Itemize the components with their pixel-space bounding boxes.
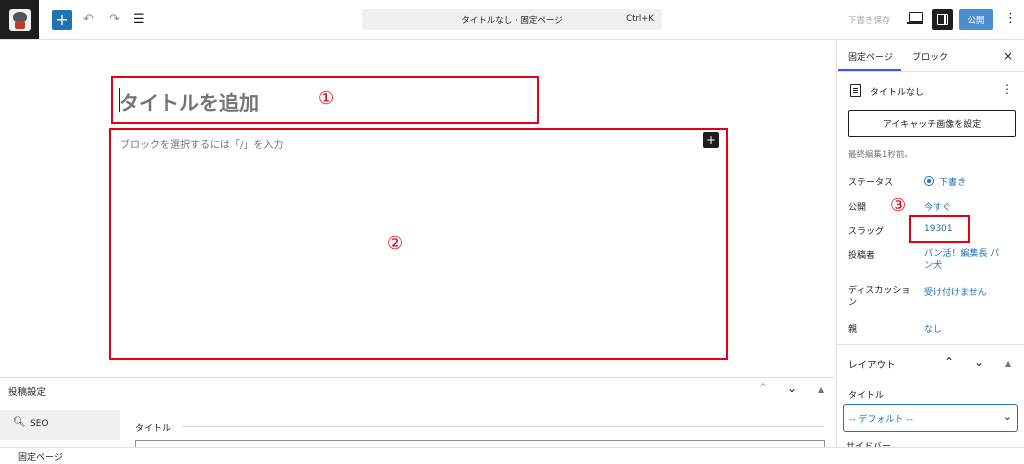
block-placeholder[interactable]: ブロックを選択するには「/」を入力 [120,136,283,151]
tab-page[interactable]: 固定ページ [848,50,893,63]
divider [837,71,1024,72]
divider [182,426,824,427]
shortcut-label: Ctrl+K [626,14,654,24]
layout-section-title: レイアウト [848,360,896,371]
desktop-preview-icon[interactable] [907,12,923,24]
parent-label: 親 [848,325,858,335]
save-draft-button[interactable]: 下書き保存 [848,14,891,26]
publish-value[interactable]: 今すぐ [924,200,951,213]
post-settings-title: 投稿設定 [8,387,47,398]
author-label: 投稿者 [848,251,876,261]
undo-icon[interactable]: ↶ [83,12,94,27]
document-title-label: タイトルなし · 固定ページ [461,16,563,26]
tab-block[interactable]: ブロック [912,50,948,63]
search-icon: 🔍︎ [13,417,26,428]
breadcrumb[interactable]: 固定ページ [18,450,63,463]
status-draft-icon [924,176,934,186]
more-options-icon[interactable]: ⋮ [1001,82,1013,96]
template-label: タイトル [848,391,885,401]
collapse-arrow-icon[interactable]: ▲ [818,385,824,394]
command-palette-bar[interactable]: タイトルなし · 固定ページ Ctrl+K [362,9,662,30]
divider [837,344,1024,345]
template-select-value: -- デフォルト -- [849,415,913,425]
annotation-box-slug [909,215,970,243]
collapse-arrow-icon[interactable]: ▲ [1005,359,1011,368]
post-settings-panel [0,377,835,448]
annotation-box-content [109,128,728,360]
publish-label: 公開 [848,203,867,213]
chevron-down-icon[interactable]: ⌄ [974,355,984,369]
publish-button[interactable]: 公開 [959,9,993,30]
options-icon[interactable]: ⋮ [1004,11,1017,26]
slug-label: スラッグ [848,227,885,237]
chevron-down-icon[interactable]: ⌄ [787,381,797,395]
template-select[interactable]: -- デフォルト -- ⌄ [843,404,1018,432]
parent-value[interactable]: なし [924,322,942,335]
list-view-icon[interactable]: ☰ [133,12,145,27]
discussion-value[interactable]: 受け付けません [924,285,987,298]
chevron-down-icon: ⌄ [1002,410,1012,423]
redo-icon[interactable]: ↷ [109,12,120,27]
site-logo[interactable] [0,0,39,39]
settings-toggle-button[interactable] [932,9,953,30]
sidebar-doc-title: タイトルなし [870,88,925,98]
annotation-marker-1: ① [318,88,335,109]
sidebar-label: サイドバー [846,442,892,447]
chevron-up-icon[interactable]: ⌃ [944,355,954,369]
status-label: ステータス [848,178,894,188]
block-inserter-button[interactable]: + [703,132,719,148]
close-icon[interactable]: × [1003,49,1013,63]
status-value[interactable]: 下書き [939,175,966,188]
seo-title-label: タイトル [135,424,172,434]
page-icon [850,84,861,97]
last-edited-text: 最終編集1秒前。 [848,150,913,160]
settings-sidebar [836,40,1024,447]
author-value[interactable]: パン活！編集長 パン犬 [924,248,1004,272]
add-block-button[interactable]: + [52,10,72,30]
annotation-marker-3: ③ [890,195,907,216]
chevron-up-icon[interactable]: ⌃ [758,381,768,395]
annotation-marker-2: ② [387,233,404,254]
set-featured-image-button[interactable]: アイキャッチ画像を設定 [848,110,1016,137]
footer-bar [0,447,1024,464]
discussion-label: ディスカッション [848,286,911,308]
tab-seo-label: SEO [30,419,49,429]
